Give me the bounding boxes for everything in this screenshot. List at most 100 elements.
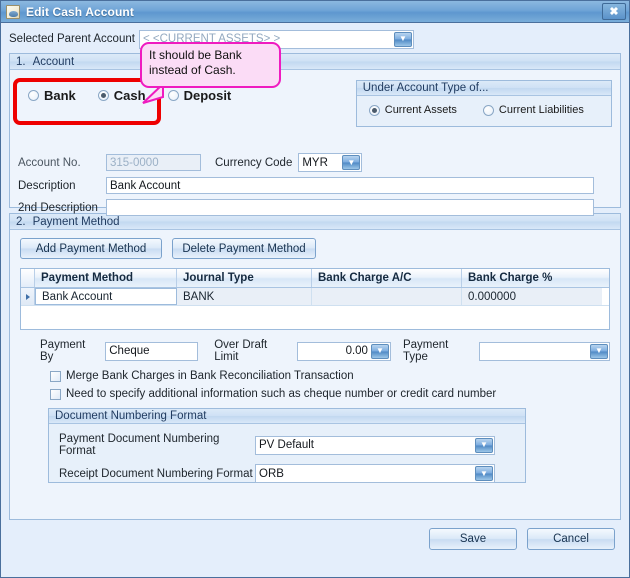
account-type-radio-cash[interactable]: Cash — [97, 88, 146, 103]
radio-icon-deposit[interactable] — [167, 90, 179, 101]
radio-icon-current-assets[interactable] — [368, 104, 380, 116]
delete-payment-method-button[interactable]: Delete Payment Method — [172, 238, 316, 259]
cell-bank-charge-ac[interactable] — [312, 288, 462, 305]
currency-code-label: Currency Code — [215, 156, 293, 169]
chevron-down-icon[interactable]: ▼ — [370, 343, 389, 359]
grid-col-bank-charge-ac[interactable]: Bank Charge A/C — [312, 269, 462, 287]
grid-col-journal-type[interactable]: Journal Type — [177, 269, 312, 287]
account-section-body: Bank Cash Deposit Under Account Type of.… — [10, 70, 620, 216]
cell-journal-type[interactable]: BANK — [177, 288, 312, 305]
dialog-footer: Save Cancel — [9, 528, 621, 550]
description2-input[interactable] — [106, 199, 594, 216]
payment-method-section: 2. Payment Method Add Payment Method Del… — [9, 213, 621, 520]
edit-cash-account-window: Edit Cash Account ✖ Selected Parent Acco… — [0, 0, 630, 578]
radio-icon-cash[interactable] — [97, 90, 109, 101]
payment-type-combo[interactable]: ▼ — [478, 341, 610, 361]
payment-method-buttons: Add Payment Method Delete Payment Method — [20, 238, 610, 259]
document-icon — [6, 4, 20, 19]
account-type-radio-bank[interactable]: Bank — [28, 88, 76, 103]
cell-payment-method[interactable]: Bank Account — [35, 288, 177, 305]
over-draft-limit-value: 0.00 — [345, 345, 368, 357]
account-type-label-deposit: Deposit — [183, 88, 232, 103]
document-numbering-format-group: Document Numbering Format Payment Docume… — [48, 408, 526, 483]
account-section-title: Account — [32, 55, 75, 68]
description-input[interactable]: Bank Account — [106, 177, 594, 194]
chevron-down-icon[interactable]: ▼ — [394, 31, 412, 47]
payment-doc-numbering-label: Payment Document Numbering Format — [59, 433, 220, 457]
account-section-header: 1. Account — [10, 54, 620, 70]
payment-method-section-header: 2. Payment Method — [10, 214, 620, 230]
payment-by-row: Payment By Cheque Over Draft Limit 0.00 … — [20, 339, 610, 363]
triangle-right-icon — [25, 293, 30, 300]
payment-method-section-number: 2. — [16, 215, 26, 228]
callout-line-2: instead of Cash. — [149, 63, 236, 77]
grid-col-payment-method[interactable]: Payment Method — [35, 269, 177, 287]
radio-icon-current-liabilities[interactable] — [482, 104, 494, 116]
save-button[interactable]: Save — [429, 528, 517, 550]
row-indicator — [21, 288, 35, 305]
account-no-input[interactable]: 315-0000 — [106, 154, 201, 171]
grid-col-bank-charge-pct[interactable]: Bank Charge % — [462, 269, 602, 287]
need-additional-info-label: Need to specify additional information s… — [66, 388, 497, 400]
under-account-type-label-current-assets: Current Assets — [384, 104, 457, 116]
under-account-type-radio-current-assets[interactable]: Current Assets — [368, 104, 457, 116]
description2-row: 2nd Description — [18, 199, 612, 216]
chevron-down-icon[interactable]: ▼ — [590, 343, 608, 359]
receipt-doc-numbering-row: Receipt Document Numbering Format ORB ▼ — [59, 464, 515, 483]
title-bar: Edit Cash Account ✖ — [1, 1, 629, 23]
payment-method-grid[interactable]: Payment Method Journal Type Bank Charge … — [20, 268, 610, 330]
under-account-type-label-current-liabilities: Current Liabilities — [498, 104, 584, 116]
need-additional-info-row[interactable]: Need to specify additional information s… — [20, 388, 610, 400]
close-icon[interactable]: ✖ — [602, 3, 626, 20]
checkbox-icon-merge-bank-charges[interactable] — [50, 370, 61, 382]
payment-type-label: Payment Type — [402, 339, 449, 363]
cancel-button[interactable]: Cancel — [527, 528, 615, 550]
grid-header-row: Payment Method Journal Type Bank Charge … — [21, 269, 609, 288]
document-numbering-format-body: Payment Document Numbering Format PV Def… — [49, 424, 525, 483]
chevron-down-icon[interactable]: ▼ — [475, 437, 493, 453]
selected-parent-account-row: Selected Parent Account < <CURRENT ASSET… — [9, 29, 621, 49]
receipt-doc-numbering-combo[interactable]: ORB ▼ — [255, 464, 495, 483]
merge-bank-charges-row[interactable]: Merge Bank Charges in Bank Reconciliatio… — [20, 370, 610, 382]
payment-doc-numbering-row: Payment Document Numbering Format PV Def… — [59, 433, 515, 457]
callout-line-1: It should be Bank — [149, 48, 242, 62]
account-no-row: Account No. 315-0000 Currency Code MYR ▼ — [18, 153, 612, 172]
radio-icon-bank[interactable] — [28, 90, 39, 101]
payment-doc-numbering-combo[interactable]: PV Default ▼ — [255, 435, 495, 455]
under-account-type-group: Under Account Type of... Current Assets … — [355, 80, 612, 127]
document-numbering-format-title: Document Numbering Format — [49, 409, 525, 424]
under-account-type-radio-current-liabilities[interactable]: Current Liabilities — [482, 104, 584, 116]
chevron-down-icon[interactable]: ▼ — [475, 466, 493, 481]
cell-bank-charge-pct[interactable]: 0.000000 — [462, 288, 602, 305]
under-account-type-radio-group: Current Assets Current Liabilities — [357, 96, 611, 116]
account-type-label-cash: Cash — [113, 88, 146, 103]
receipt-doc-numbering-value: ORB — [259, 467, 284, 480]
over-draft-limit-label: Over Draft Limit — [214, 339, 268, 363]
payment-method-section-body: Add Payment Method Delete Payment Method… — [10, 230, 620, 483]
over-draft-limit-input[interactable]: 0.00 ▼ — [296, 341, 391, 361]
payment-doc-numbering-value: PV Default — [259, 439, 314, 451]
account-no-label: Account No. — [18, 156, 81, 169]
payment-by-label: Payment By — [40, 339, 86, 363]
account-section: 1. Account Bank Cash Deposit Under Accou… — [9, 53, 621, 216]
table-row[interactable]: Bank Account BANK 0.000000 — [21, 288, 609, 306]
currency-code-value: MYR — [302, 156, 328, 169]
annotation-callout: It should be Bank instead of Cash. — [140, 42, 281, 88]
payment-by-input[interactable]: Cheque — [105, 341, 199, 361]
window-title: Edit Cash Account — [26, 4, 134, 19]
description-label: Description — [18, 179, 76, 192]
dialog-body: Selected Parent Account < <CURRENT ASSET… — [1, 23, 629, 577]
chevron-down-icon[interactable]: ▼ — [342, 155, 361, 170]
account-type-radio-deposit[interactable]: Deposit — [167, 88, 232, 103]
description-row: Description Bank Account — [18, 177, 612, 194]
selected-parent-account-label: Selected Parent Account — [9, 33, 135, 45]
account-type-label-bank: Bank — [44, 88, 76, 103]
receipt-doc-numbering-label: Receipt Document Numbering Format — [59, 467, 253, 480]
checkbox-icon-need-additional-info[interactable] — [50, 388, 61, 400]
add-payment-method-button[interactable]: Add Payment Method — [20, 238, 162, 259]
payment-method-section-title: Payment Method — [32, 215, 120, 228]
grid-header-indicator — [21, 269, 35, 287]
under-account-type-title: Under Account Type of... — [356, 81, 611, 96]
currency-code-combo[interactable]: MYR ▼ — [298, 153, 363, 172]
description2-label: 2nd Description — [18, 201, 98, 214]
